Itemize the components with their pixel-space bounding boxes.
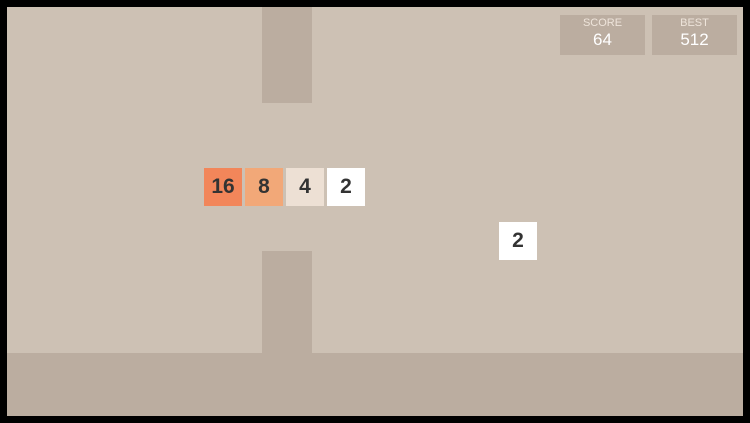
tile-8: 8: [245, 168, 283, 206]
best-value: 512: [680, 30, 709, 49]
tile-4: 4: [286, 168, 324, 206]
score-label: SCORE: [582, 17, 623, 29]
tile-2: 2: [327, 168, 365, 206]
loose-tile-2: 2: [499, 222, 537, 260]
game-board[interactable]: SCORE 64 BEST 512 16 8 4 2 2: [7, 7, 743, 416]
top-pipe-obstacle: [262, 7, 312, 103]
score-value: 64: [593, 30, 612, 49]
tile-16: 16: [204, 168, 242, 206]
bottom-pipe-obstacle: [262, 251, 312, 353]
best-label: BEST: [680, 17, 709, 29]
best-score-box: BEST 512: [652, 15, 737, 55]
ground: [7, 353, 743, 416]
score-box: SCORE 64: [560, 15, 645, 55]
